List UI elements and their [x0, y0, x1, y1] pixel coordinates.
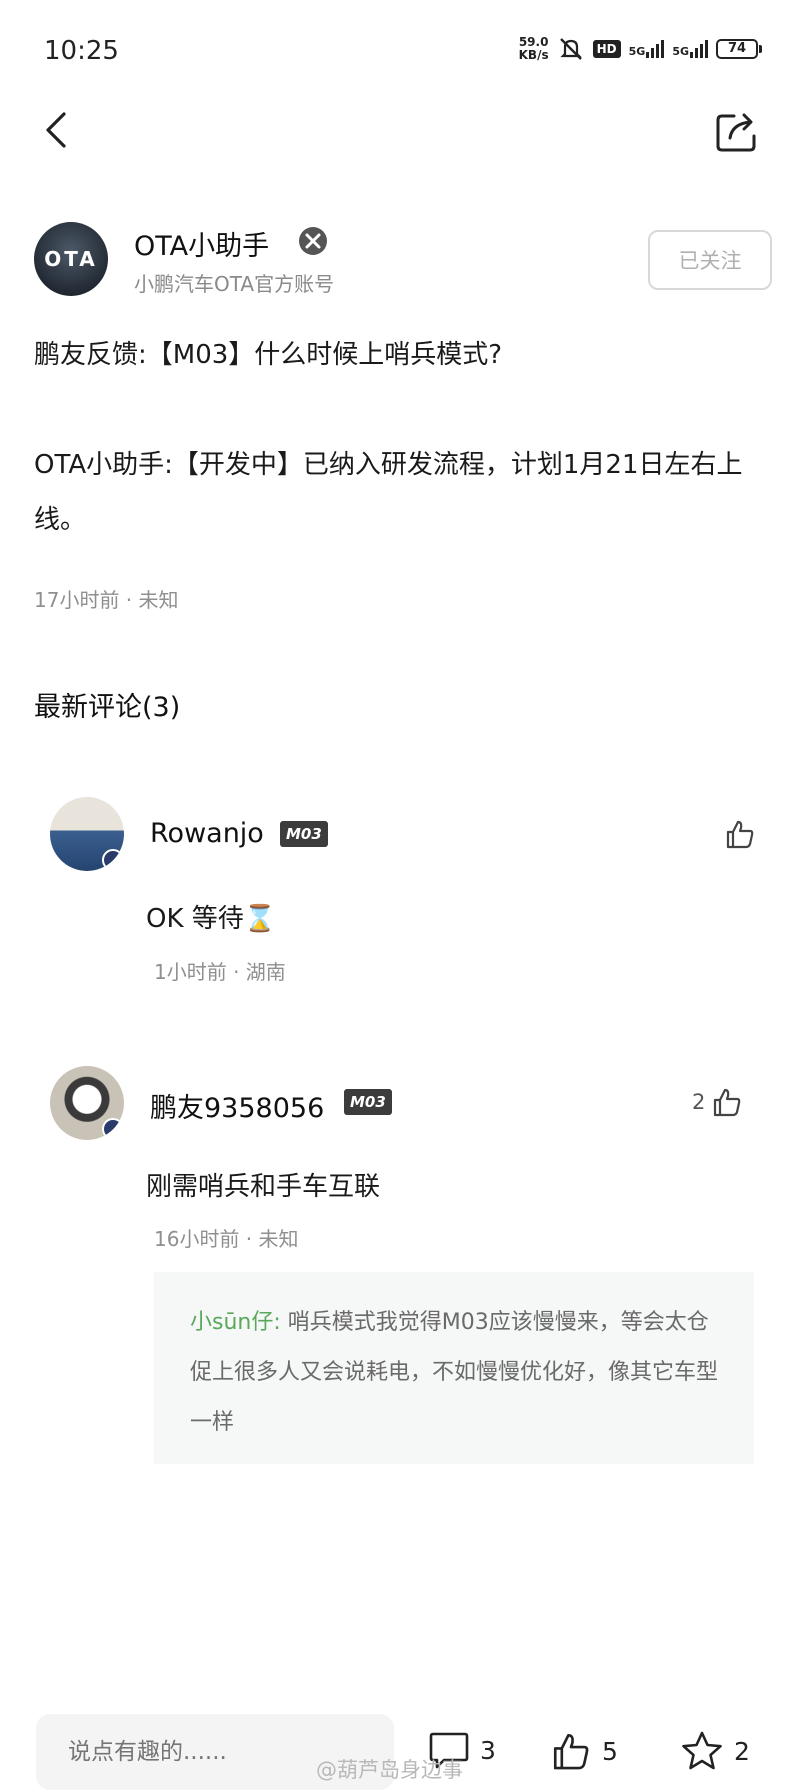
thumbs-up-icon — [714, 1088, 741, 1117]
follow-button[interactable]: 已关注 — [648, 230, 772, 290]
network-speed: 59.0 KB/s — [518, 35, 549, 62]
comment-username[interactable]: Rowanjo — [150, 818, 264, 849]
comment-like-button[interactable]: 2 — [692, 1086, 743, 1118]
comment-text: OK 等待⌛ — [146, 904, 277, 934]
favorite-count-button[interactable]: 2 — [680, 1730, 750, 1772]
post-meta: 17小时前 · 未知 — [34, 588, 179, 612]
thumbs-up-icon — [726, 820, 754, 849]
thumbs-up-icon — [553, 1733, 589, 1770]
comment-meta: 16小时前 · 未知 — [154, 1227, 299, 1251]
signal-5g-icon: 5G — [629, 40, 665, 58]
author-name[interactable]: OTA小助手 — [134, 224, 269, 263]
avatar[interactable] — [50, 1066, 124, 1140]
comments-title: 最新评论(3) — [34, 692, 181, 723]
comment-meta: 1小时前 · 湖南 — [154, 960, 286, 984]
battery-icon: 74 — [716, 39, 762, 59]
star-icon — [682, 1731, 722, 1770]
signal-5g-icon: 5G — [672, 40, 708, 58]
author-avatar[interactable]: OTA — [34, 222, 108, 296]
author-description: 小鹏汽车OTA官方账号 — [134, 272, 335, 296]
post-question: 鹏友反馈:【M03】什么时候上哨兵模式? — [34, 340, 503, 370]
avatar[interactable] — [50, 797, 124, 871]
post-answer: OTA小助手:【开发中】已纳入研发流程，计划1月21日左右上线。 — [34, 450, 743, 535]
reply-username[interactable]: 小sūn仔: — [190, 1310, 281, 1335]
verified-badge-icon — [299, 227, 327, 255]
car-model-tag: M03 — [280, 821, 328, 847]
comment-text: 刚需哨兵和手车互联 — [146, 1172, 381, 1202]
reply-preview[interactable]: 小sūn仔: 哨兵模式我觉得M03应该慢慢来，等会太仓促上很多人又会说耗电，不如… — [154, 1272, 754, 1464]
status-icons: 59.0 KB/s HD 5G 5G 74 — [519, 36, 762, 62]
like-count-button[interactable]: 5 — [550, 1730, 618, 1772]
hd-voice-icon: HD — [592, 40, 621, 58]
user-badge-icon — [102, 849, 124, 871]
back-arrow-icon[interactable] — [36, 108, 80, 152]
post-content: 鹏友反馈:【M03】什么时候上哨兵模式? OTA小助手:【开发中】已纳入研发流程… — [34, 328, 774, 548]
status-time: 10:25 — [44, 36, 119, 66]
status-bar: 10:25 59.0 KB/s HD 5G 5G 74 — [0, 0, 806, 104]
watermark: @葫芦岛身边事 — [316, 1758, 463, 1782]
share-icon[interactable] — [714, 110, 758, 154]
user-badge-icon — [102, 1118, 124, 1140]
mute-bell-icon — [559, 38, 582, 60]
comment-username[interactable]: 鹏友9358056 — [150, 1086, 324, 1125]
comment-like-button[interactable] — [718, 818, 756, 850]
car-model-tag: M03 — [344, 1089, 392, 1115]
